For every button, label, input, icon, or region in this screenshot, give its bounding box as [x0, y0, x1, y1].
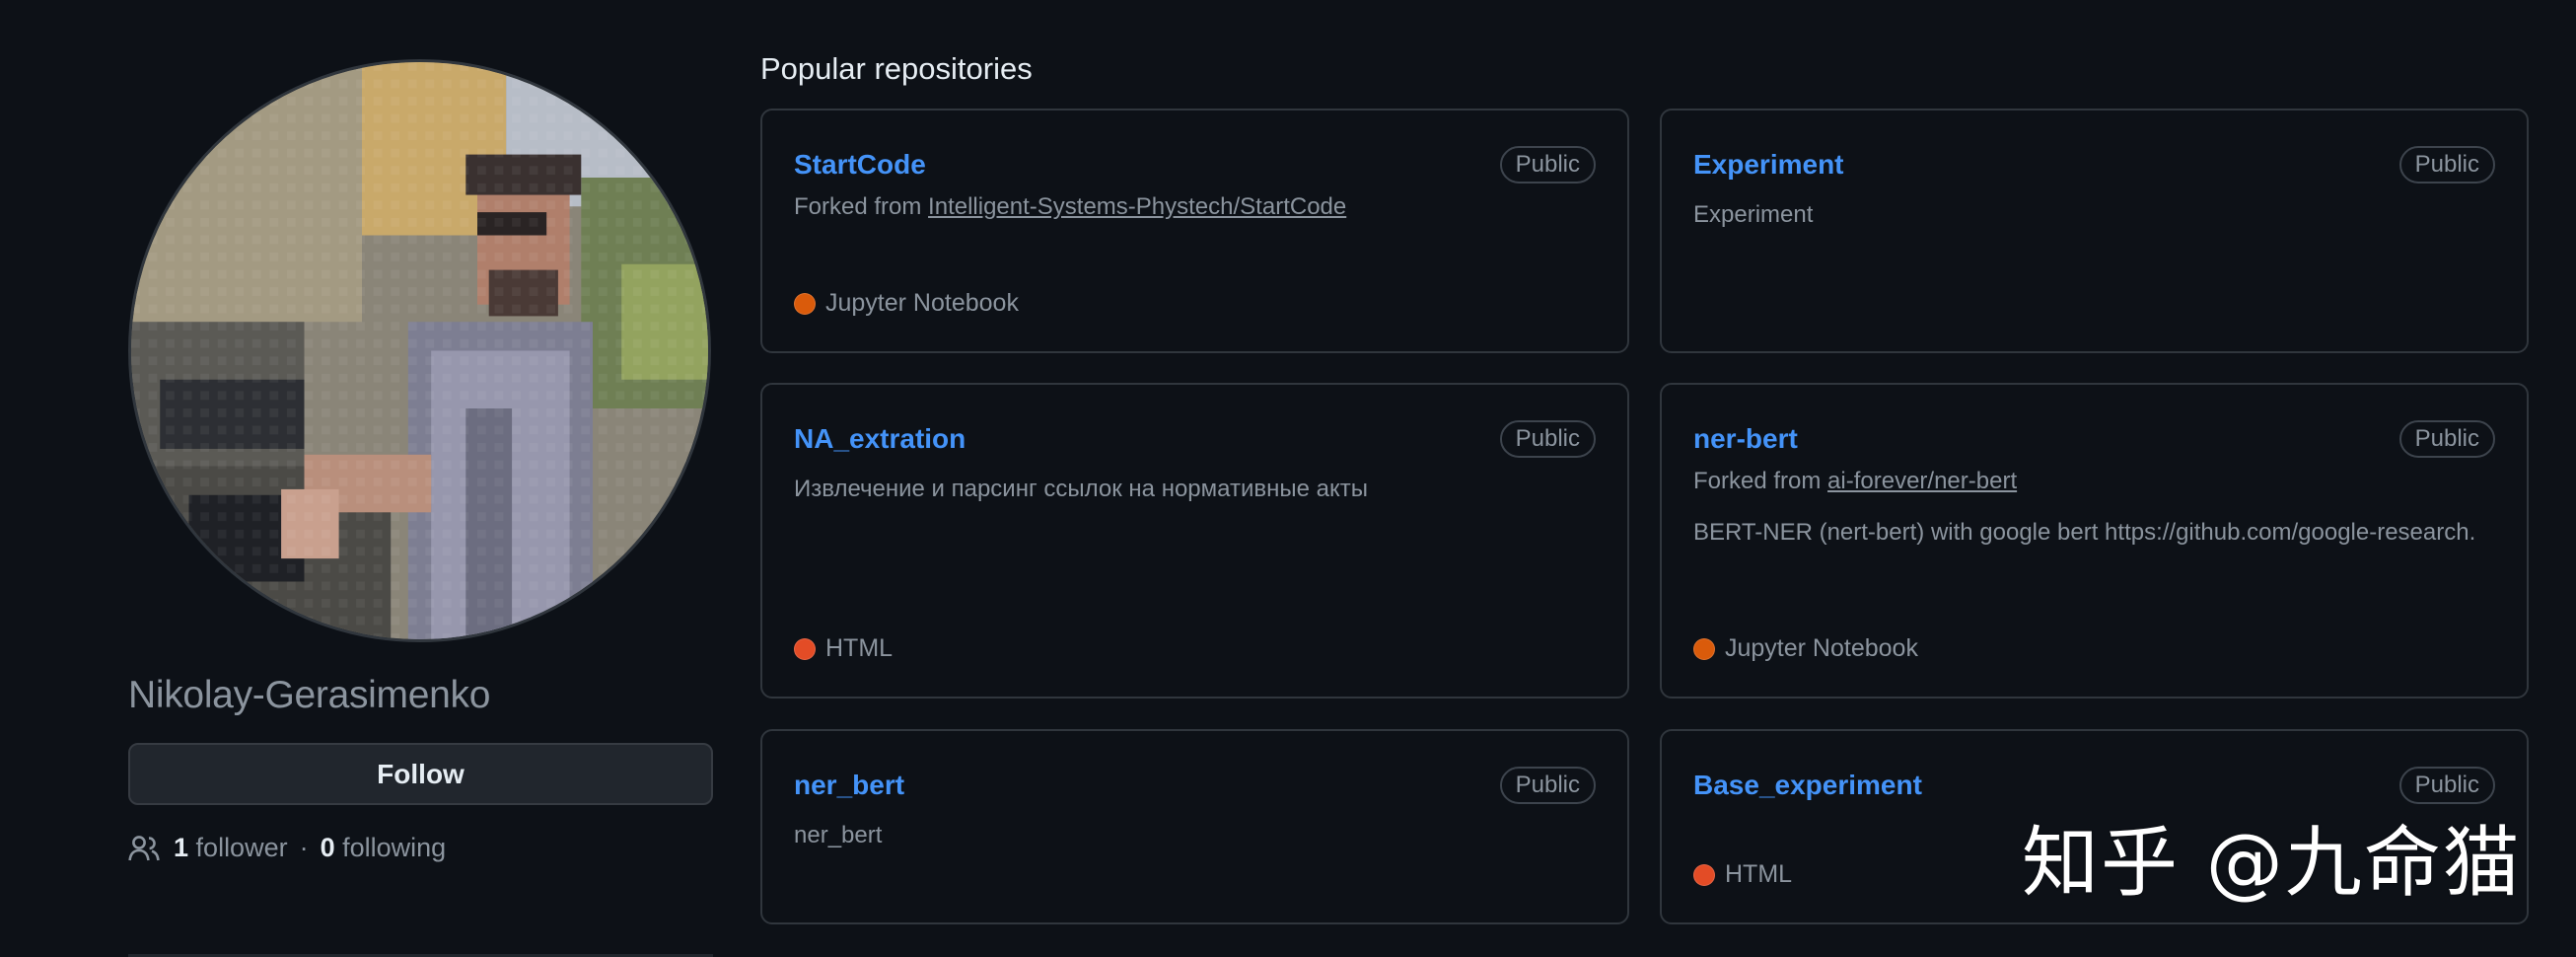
repo-card: NA_extration Public Извлечение и парсинг… — [760, 383, 1629, 699]
visibility-badge: Public — [2398, 146, 2495, 184]
language-name: HTML — [825, 634, 894, 662]
repo-description: Извлечение и парсинг ссылок на нормативн… — [794, 476, 1368, 502]
visibility-badge: Public — [2398, 767, 2495, 804]
forked-from: Forked from Intelligent-Systems-Phystech… — [794, 193, 1596, 221]
forked-from: Forked from ai-forever/ner-bert — [1693, 468, 2495, 495]
watermark-text: 知乎 @九命猫 — [2022, 819, 2522, 908]
following-label: following — [342, 833, 447, 862]
language-color-dot — [794, 292, 816, 315]
language-color-dot — [1693, 863, 1715, 886]
repo-card: ner-bert Public Forked from ai-forever/n… — [1660, 383, 2529, 699]
followers-link[interactable]: 1 follower — [174, 833, 288, 863]
visibility-badge: Public — [1499, 146, 1596, 184]
avatar-image — [131, 62, 708, 639]
repo-card: ner_bert Public ner_bert — [760, 729, 1629, 924]
language-color-dot — [1693, 637, 1715, 660]
repo-description: BERT-NER (nert-bert) with google bert ht… — [1693, 519, 2476, 546]
repo-language: Jupyter Notebook — [1693, 634, 1918, 663]
language-name: Jupyter Notebook — [1725, 634, 1918, 662]
repo-language: HTML — [1693, 860, 1792, 889]
language-color-dot — [794, 637, 816, 660]
language-name: Jupyter Notebook — [825, 289, 1019, 317]
repo-card: Experiment Public Experiment — [1660, 109, 2529, 353]
people-icon — [128, 835, 160, 862]
follow-button[interactable]: Follow — [128, 743, 713, 805]
following-count: 0 — [320, 833, 335, 862]
section-title: Popular repositories — [760, 51, 1033, 86]
following-link[interactable]: 0 following — [321, 833, 447, 863]
follow-stats: 1 follower · 0 following — [128, 833, 713, 863]
repo-description: Experiment — [1693, 201, 1814, 228]
forked-from-link[interactable]: Intelligent-Systems-Phystech/StartCode — [928, 193, 1346, 220]
forked-prefix: Forked from — [1693, 468, 1822, 494]
forked-prefix: Forked from — [794, 193, 922, 220]
repo-link[interactable]: NA_extration — [794, 423, 966, 455]
avatar[interactable] — [128, 59, 711, 642]
profile-username: Nikolay-Gerasimenko — [128, 674, 491, 716]
repo-link[interactable]: ner-bert — [1693, 423, 1798, 455]
repo-description: ner_bert — [794, 822, 883, 848]
repo-link[interactable]: Base_experiment — [1693, 770, 1922, 801]
visibility-badge: Public — [2398, 420, 2495, 458]
followers-label: follower — [195, 833, 288, 862]
profile-page: Nikolay-Gerasimenko Follow 1 follower · … — [0, 0, 2576, 957]
repo-link[interactable]: Experiment — [1693, 149, 1844, 181]
language-name: HTML — [1725, 860, 1793, 888]
forked-from-link[interactable]: ai-forever/ner-bert — [1827, 468, 2017, 494]
visibility-badge: Public — [1499, 767, 1596, 804]
stats-separator: · — [299, 833, 309, 862]
repo-language: HTML — [794, 634, 893, 663]
profile-sidebar: Nikolay-Gerasimenko Follow 1 follower · … — [128, 59, 713, 957]
followers-count: 1 — [174, 833, 189, 862]
repo-link[interactable]: ner_bert — [794, 770, 904, 801]
visibility-badge: Public — [1499, 420, 1596, 458]
repo-link[interactable]: StartCode — [794, 149, 926, 181]
repo-language: Jupyter Notebook — [794, 289, 1019, 318]
repo-card: StartCode Public Forked from Intelligent… — [760, 109, 1629, 353]
popular-repositories-section: Popular repositories StartCode Public Fo… — [760, 49, 2529, 924]
